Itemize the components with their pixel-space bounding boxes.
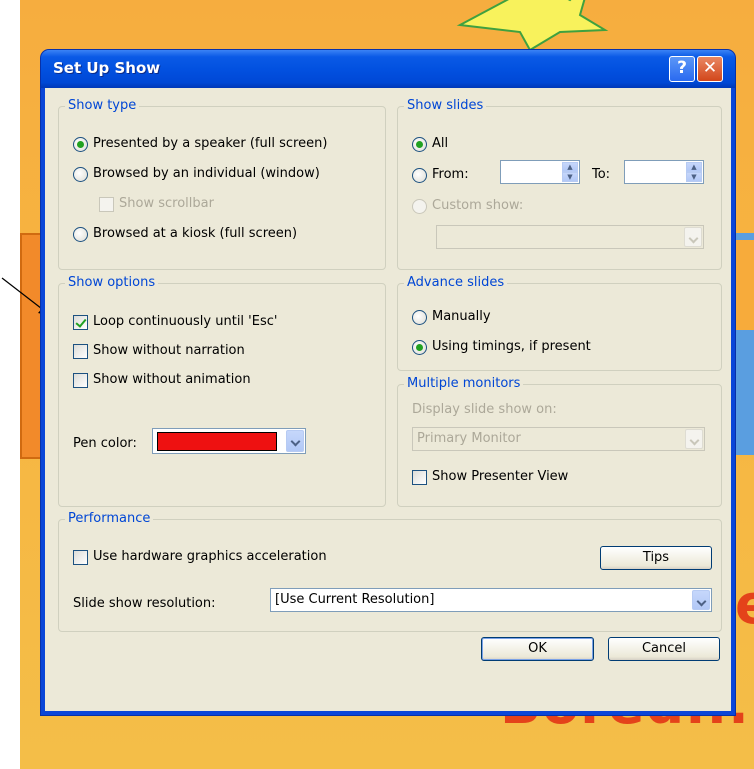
cancel-button[interactable]: Cancel — [608, 637, 720, 661]
show-type-group: Show type Presented by a speaker (full s… — [58, 98, 386, 270]
label-show-presenter-view[interactable]: Show Presenter View — [432, 469, 568, 485]
radio-from-slides[interactable] — [412, 168, 427, 183]
star-shape — [456, 0, 609, 50]
checkbox-show-scrollbar[interactable] — [99, 197, 114, 212]
multiple-monitors-title: Multiple monitors — [404, 376, 524, 392]
spin-down-icon[interactable]: ▼ — [562, 172, 578, 182]
label-show-without-narration[interactable]: Show without narration — [93, 343, 245, 359]
checkbox-show-without-animation[interactable] — [73, 373, 88, 388]
advance-slides-title: Advance slides — [404, 275, 508, 291]
checkbox-show-without-narration[interactable] — [73, 344, 88, 359]
dialog-title: Set Up Show — [53, 59, 161, 77]
chevron-down-icon[interactable] — [692, 590, 710, 610]
label-presented-by-speaker[interactable]: Presented by a speaker (full screen) — [93, 136, 327, 152]
label-from[interactable]: From: — [432, 167, 469, 183]
pen-color-dropdown[interactable] — [152, 428, 306, 454]
spin-up-icon[interactable]: ▲ — [686, 162, 702, 172]
radio-all-slides[interactable] — [412, 137, 427, 152]
label-custom-show[interactable]: Custom show: — [432, 198, 523, 214]
multiple-monitors-group: Multiple monitors Display slide show on:… — [397, 376, 722, 507]
tips-button[interactable]: Tips — [600, 546, 712, 570]
close-icon: ✕ — [702, 58, 718, 78]
label-browsed-by-individual[interactable]: Browsed by an individual (window) — [93, 166, 320, 182]
pen-color-swatch — [157, 432, 277, 451]
label-display-slide-show-on: Display slide show on: — [412, 402, 557, 417]
checkbox-show-presenter-view[interactable] — [412, 470, 427, 485]
advance-slides-group: Advance slides Manually Using timings, i… — [397, 275, 722, 371]
show-slides-title: Show slides — [404, 98, 487, 114]
radio-browsed-at-kiosk[interactable] — [73, 227, 88, 242]
show-type-title: Show type — [65, 98, 140, 114]
label-pen-color: Pen color: — [73, 436, 137, 451]
label-loop-continuously[interactable]: Loop continuously until 'Esc' — [93, 314, 277, 330]
label-show-scrollbar[interactable]: Show scrollbar — [119, 196, 214, 212]
from-slide-spinner[interactable]: ▲ ▼ — [500, 160, 580, 184]
radio-browsed-by-individual[interactable] — [73, 167, 88, 182]
display-monitor-value: Primary Monitor — [417, 431, 521, 446]
label-to[interactable]: To: — [592, 167, 610, 183]
custom-show-dropdown[interactable] — [436, 225, 704, 249]
label-browsed-at-kiosk[interactable]: Browsed at a kiosk (full screen) — [93, 226, 297, 242]
radio-custom-show[interactable] — [412, 199, 427, 214]
set-up-show-dialog: Set Up Show ? ✕ Show type Presented by a… — [41, 50, 735, 715]
show-options-title: Show options — [65, 275, 159, 291]
show-slides-group: Show slides All From: ▲ ▼ To: ▲ ▼ Custom s… — [397, 98, 722, 270]
radio-using-timings[interactable] — [412, 340, 427, 355]
help-icon: ? — [677, 58, 687, 78]
display-monitor-dropdown[interactable]: Primary Monitor — [412, 427, 705, 451]
radio-manually[interactable] — [412, 310, 427, 325]
checkbox-hardware-acceleration[interactable] — [73, 550, 88, 565]
chevron-down-icon[interactable] — [684, 227, 702, 247]
label-manually[interactable]: Manually — [432, 309, 491, 325]
from-spin-buttons[interactable]: ▲ ▼ — [562, 162, 578, 182]
spin-down-icon[interactable]: ▼ — [686, 172, 702, 182]
ok-button[interactable]: OK — [481, 637, 594, 661]
label-using-timings[interactable]: Using timings, if present — [432, 339, 591, 355]
radio-presented-by-speaker[interactable] — [73, 137, 88, 152]
chevron-down-icon[interactable] — [286, 430, 304, 452]
label-hardware-acceleration[interactable]: Use hardware graphics acceleration — [93, 549, 327, 565]
checkbox-loop-continuously[interactable] — [73, 315, 88, 330]
label-all-slides[interactable]: All — [432, 136, 448, 152]
label-slide-show-resolution: Slide show resolution: — [73, 596, 216, 611]
slide-text-fragment: e — [735, 573, 754, 636]
performance-title: Performance — [65, 511, 154, 527]
performance-group: Performance Use hardware graphics accele… — [58, 511, 722, 632]
to-slide-spinner[interactable]: ▲ ▼ — [624, 160, 704, 184]
to-spin-buttons[interactable]: ▲ ▼ — [686, 162, 702, 182]
resolution-value: [Use Current Resolution] — [275, 592, 435, 607]
dialog-body: Show type Presented by a speaker (full s… — [45, 88, 731, 711]
help-button[interactable]: ? — [669, 56, 695, 82]
show-options-group: Show options Loop continuously until 'Es… — [58, 275, 386, 507]
chevron-down-icon[interactable] — [685, 429, 703, 449]
resolution-dropdown[interactable]: [Use Current Resolution] — [270, 588, 712, 612]
close-button[interactable]: ✕ — [697, 56, 723, 82]
title-bar[interactable]: Set Up Show ? ✕ — [41, 50, 735, 88]
spin-up-icon[interactable]: ▲ — [562, 162, 578, 172]
label-show-without-animation[interactable]: Show without animation — [93, 372, 251, 388]
